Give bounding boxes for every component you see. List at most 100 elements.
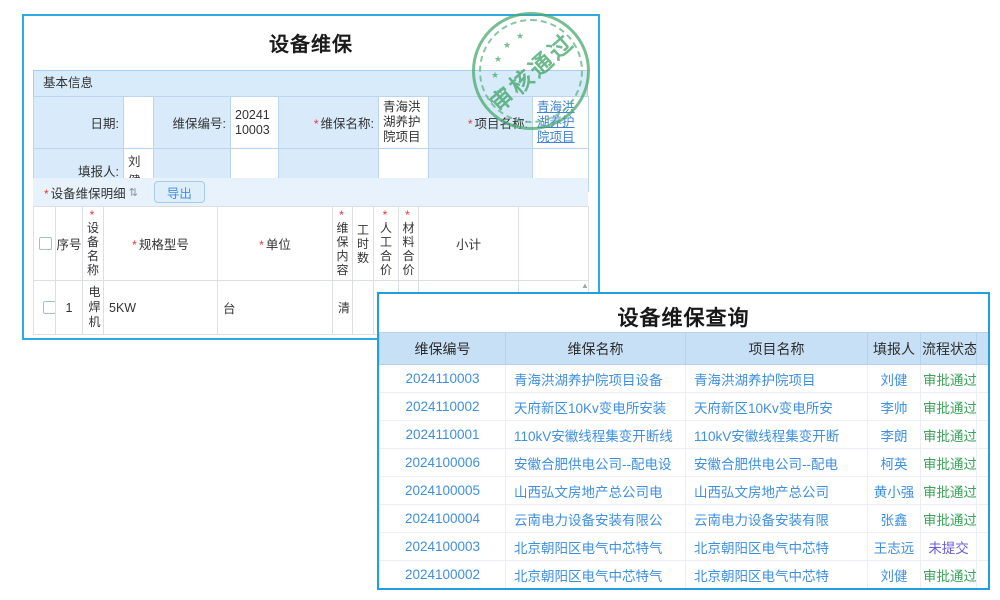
maintenance-name-cell[interactable]: 青海洪湖养护院项目设备	[506, 365, 686, 393]
project-name-cell: 青海洪湖养护院项目	[533, 97, 589, 149]
header-project-name: 项目名称	[686, 333, 868, 365]
col-labor-cost: *人工合价	[374, 207, 399, 281]
spec-cell[interactable]: 5KW	[104, 281, 218, 335]
maintenance-no-cell[interactable]: 2024100005	[380, 477, 506, 505]
project-name-cell[interactable]: 110kV安徽线程集变开断	[686, 421, 868, 449]
detail-section-label: *设备维保明细	[44, 183, 126, 202]
maintenance-no-value: 2024110003	[231, 97, 279, 149]
col-hours: 工时数	[353, 207, 374, 281]
header-spacer	[977, 333, 989, 365]
basic-info-header: 基本信息	[33, 70, 588, 96]
date-label: 日期:	[34, 97, 124, 149]
col-device-name: *设备名称	[83, 207, 104, 281]
maintenance-no-label: 维保编号:	[154, 97, 231, 149]
spacer-cell	[977, 533, 989, 561]
col-seq: 序号	[56, 207, 83, 281]
query-table-row[interactable]: 2024110003 青海洪湖养护院项目设备 青海洪湖养护院项目 刘健 审批通过	[380, 365, 989, 393]
query-table-row[interactable]: 2024110002 天府新区10Kv变电所安装 天府新区10Kv变电所安 李帅…	[380, 393, 989, 421]
maintenance-no-cell[interactable]: 2024110001	[380, 421, 506, 449]
query-table-row[interactable]: 2024100004 云南电力设备安装有限公 云南电力设备安装有限 张鑫 审批通…	[380, 505, 989, 533]
project-name-cell[interactable]: 安徽合肥供电公司--配电	[686, 449, 868, 477]
maintenance-name-cell[interactable]: 110kV安徽线程集变开断线	[506, 421, 686, 449]
spacer-cell	[977, 477, 989, 505]
project-name-link[interactable]: 青海洪湖养护院项目	[537, 100, 584, 145]
query-table-row[interactable]: 2024110001 110kV安徽线程集变开断线 110kV安徽线程集变开断 …	[380, 421, 989, 449]
col-spacer	[519, 207, 589, 281]
reporter-cell: 张鑫	[868, 505, 921, 533]
reporter-cell: 黄小强	[868, 477, 921, 505]
reporter-cell: 李朗	[868, 421, 921, 449]
query-table-row[interactable]: 2024100005 山西弘文房地产总公司电 山西弘文房地产总公司 黄小强 审批…	[380, 477, 989, 505]
query-table-row[interactable]: 2024100003 北京朝阳区电气中芯特气 北京朝阳区电气中芯特 王志远 未提…	[380, 533, 989, 561]
hours-cell[interactable]	[353, 281, 374, 335]
reporter-cell: 王志远	[868, 533, 921, 561]
maintenance-name-cell[interactable]: 北京朝阳区电气中芯特气	[506, 533, 686, 561]
row-checkbox-cell	[34, 281, 56, 335]
maintenance-name-cell[interactable]: 天府新区10Kv变电所安装	[506, 393, 686, 421]
status-badge: 审批通过	[921, 421, 977, 449]
maintenance-name-cell[interactable]: 云南电力设备安装有限公	[506, 505, 686, 533]
query-table: 维保编号 维保名称 项目名称 填报人 流程状态 2024110003 青海洪湖养…	[379, 332, 989, 589]
basic-info-section: 基本信息 日期: 维保编号: 2024110003 *维保名称: 青海洪湖养护院…	[33, 70, 588, 192]
form-title: 设备维保	[24, 28, 598, 57]
header-maintenance-name: 维保名称	[506, 333, 686, 365]
status-badge: 审批通过	[921, 449, 977, 477]
project-name-cell[interactable]: 青海洪湖养护院项目	[686, 365, 868, 393]
row-checkbox[interactable]	[43, 301, 56, 314]
detail-header-row: 序号 *设备名称 *规格型号 *单位 *维保内容 工时数 *人工合价 *材料合价…	[34, 207, 589, 281]
maintenance-no-cell[interactable]: 2024100002	[380, 561, 506, 589]
date-field[interactable]	[124, 97, 154, 149]
status-badge: 审批通过	[921, 505, 977, 533]
project-name-cell[interactable]: 云南电力设备安装有限	[686, 505, 868, 533]
col-material-cost: *材料合价	[399, 207, 419, 281]
project-name-cell[interactable]: 北京朝阳区电气中芯特	[686, 561, 868, 589]
spacer-cell	[977, 393, 989, 421]
maintenance-name-cell[interactable]: 北京朝阳区电气中芯特气	[506, 561, 686, 589]
maintenance-name-cell[interactable]: 安徽合肥供电公司--配电设	[506, 449, 686, 477]
maintenance-name-value: 青海洪湖养护院项目	[379, 97, 429, 149]
maintenance-no-cell[interactable]: 2024100003	[380, 533, 506, 561]
header-reporter: 填报人	[868, 333, 921, 365]
query-header-row: 维保编号 维保名称 项目名称 填报人 流程状态	[380, 333, 989, 365]
device-name-cell: 电焊机	[83, 281, 104, 335]
reporter-cell: 李帅	[868, 393, 921, 421]
col-content: *维保内容	[333, 207, 353, 281]
content-cell[interactable]: 清	[333, 281, 353, 335]
query-table-row[interactable]: 2024100002 北京朝阳区电气中芯特气 北京朝阳区电气中芯特 刘健 审批通…	[380, 561, 989, 589]
export-button[interactable]: 导出	[154, 181, 205, 203]
project-name-cell[interactable]: 天府新区10Kv变电所安	[686, 393, 868, 421]
query-panel: 设备维保查询 维保编号 维保名称 项目名称 填报人 流程状态 202411000…	[377, 292, 990, 590]
spacer-cell	[977, 561, 989, 589]
detail-toolbar: *设备维保明细 ⇅ 导出	[33, 178, 588, 206]
spacer-cell	[977, 421, 989, 449]
maintenance-no-cell[interactable]: 2024100004	[380, 505, 506, 533]
col-spec: *规格型号	[104, 207, 218, 281]
status-badge: 审批通过	[921, 561, 977, 589]
reporter-cell: 刘健	[868, 561, 921, 589]
maintenance-no-cell[interactable]: 2024110003	[380, 365, 506, 393]
project-name-label: *项目名称:	[429, 97, 533, 149]
select-all-checkbox[interactable]	[39, 237, 52, 250]
reporter-cell: 刘健	[868, 365, 921, 393]
query-table-row[interactable]: 2024100006 安徽合肥供电公司--配电设 安徽合肥供电公司--配电 柯英…	[380, 449, 989, 477]
spacer-cell	[977, 449, 989, 477]
scroll-up-icon[interactable]: ▲	[581, 282, 589, 290]
maintenance-name-cell[interactable]: 山西弘文房地产总公司电	[506, 477, 686, 505]
status-badge: 审批通过	[921, 477, 977, 505]
maintenance-name-label: *维保名称:	[279, 97, 379, 149]
status-badge: 未提交	[921, 533, 977, 561]
header-status: 流程状态	[921, 333, 977, 365]
query-title: 设备维保查询	[379, 294, 988, 332]
col-unit: *单位	[218, 207, 333, 281]
maintenance-no-cell[interactable]: 2024100006	[380, 449, 506, 477]
sort-icon[interactable]: ⇅	[129, 186, 138, 199]
unit-cell[interactable]: 台	[218, 281, 333, 335]
maintenance-no-cell[interactable]: 2024110002	[380, 393, 506, 421]
seq-cell: 1	[56, 281, 83, 335]
project-name-cell[interactable]: 北京朝阳区电气中芯特	[686, 533, 868, 561]
project-name-cell[interactable]: 山西弘文房地产总公司	[686, 477, 868, 505]
spacer-cell	[977, 365, 989, 393]
reporter-cell: 柯英	[868, 449, 921, 477]
spacer-cell	[977, 505, 989, 533]
select-all-cell	[34, 207, 56, 281]
